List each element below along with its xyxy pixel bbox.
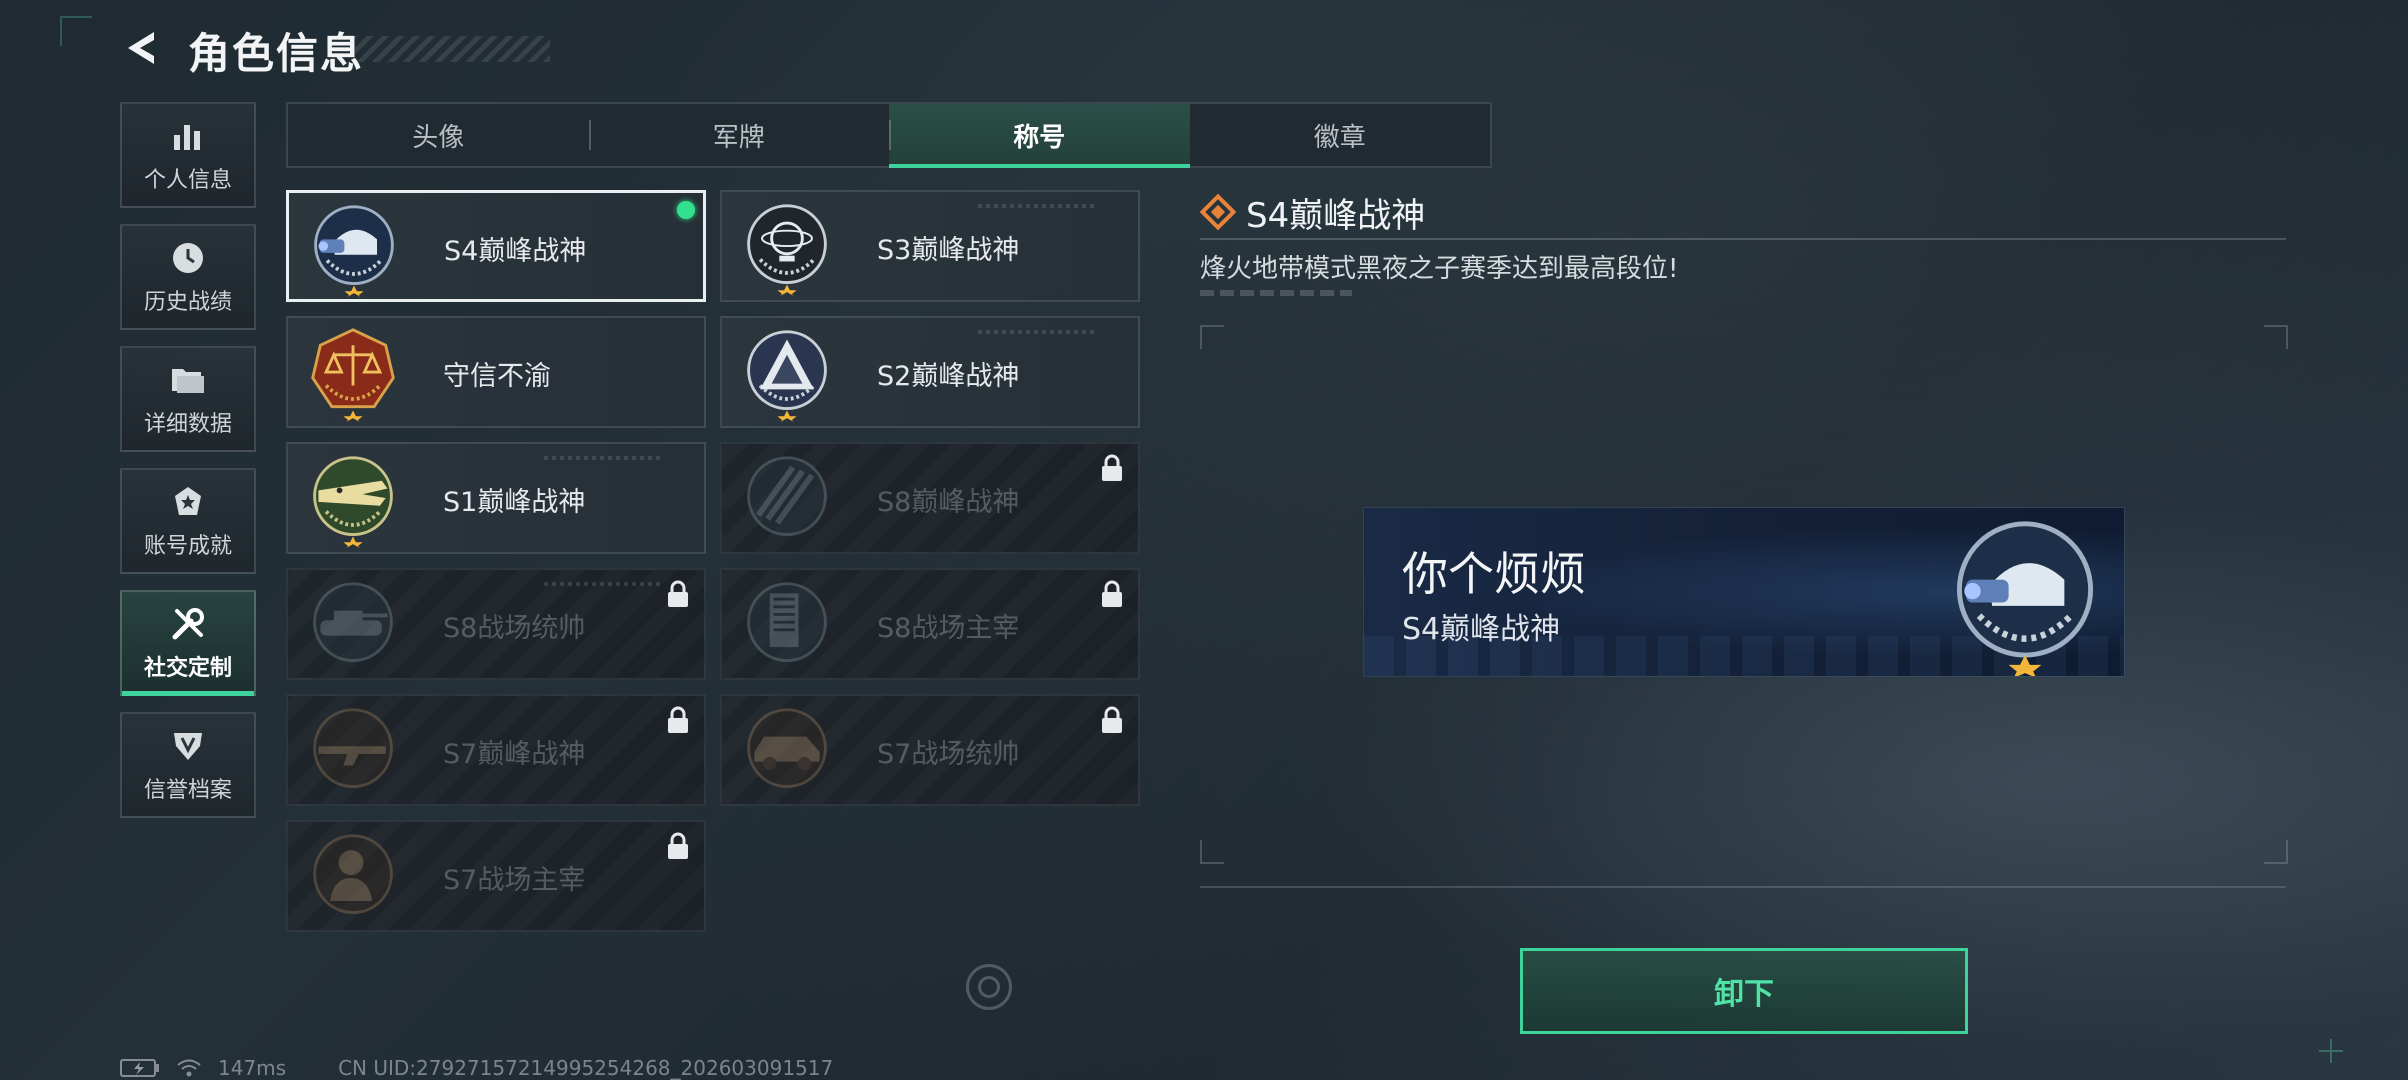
tools-icon xyxy=(168,604,208,644)
globe-emblem-icon xyxy=(747,204,827,296)
sidebar-item-social-custom[interactable]: 社交定制 xyxy=(120,590,256,696)
title-card-s8-peak-god[interactable]: S8巅峰战神 xyxy=(720,442,1140,554)
title-card-s2-peak-god[interactable]: S2巅峰战神 xyxy=(720,316,1140,428)
title-card-s7-battlefield-marshal[interactable]: S7战场统帅 xyxy=(720,694,1140,806)
preview-player-name: 你个烦烦 xyxy=(1402,547,1586,601)
tank-emblem-icon xyxy=(313,582,393,662)
tab-title[interactable]: 称号 xyxy=(889,104,1190,168)
title-name: S8战场统帅 xyxy=(443,613,586,644)
sidebar-item-label: 账号成就 xyxy=(143,534,232,559)
sidebar-item-label: 详细数据 xyxy=(143,412,232,437)
sidebar-item-label: 历史战绩 xyxy=(143,290,232,315)
scales-emblem-icon xyxy=(311,328,395,422)
lock-icon xyxy=(1102,580,1122,607)
title-name: S1巅峰战神 xyxy=(443,487,586,518)
tab-badge[interactable]: 徽章 xyxy=(1190,104,1491,166)
detail-title: S4巅峰战神 xyxy=(1246,196,1426,236)
sidebar-item-achievements[interactable]: 账号成就 xyxy=(120,468,256,574)
category-tabs: 头像 军牌 称号 徽章 xyxy=(286,102,1492,168)
detail-description: 烽火地带模式黑夜之子赛季达到最高段位! xyxy=(1200,254,1679,284)
uid-text: CN UID:279271572149952542​68_20260309151… xyxy=(338,1056,834,1080)
sidebar-item-personal-info[interactable]: 个人信息 xyxy=(120,102,256,208)
page-title: 角色信息 xyxy=(188,29,365,78)
card-decoration xyxy=(978,330,1098,334)
frame-corner xyxy=(2264,840,2288,864)
status-bar: 147ms CN UID:279271572149952542​68_20260… xyxy=(120,1056,833,1080)
diamond-title-icon xyxy=(1200,194,1236,230)
title-name: S4巅峰战神 xyxy=(444,236,587,267)
title-name: S3巅峰战神 xyxy=(877,235,1020,266)
folder-icon xyxy=(168,360,208,400)
title-name: S7战场统帅 xyxy=(877,739,1020,770)
tab-dog-tag[interactable]: 军牌 xyxy=(588,104,890,166)
center-ring-icon xyxy=(966,964,1012,1010)
credit-shield-icon xyxy=(168,726,208,766)
frame-corner xyxy=(2264,325,2288,349)
lock-icon xyxy=(668,832,688,859)
title-name: S7战场主宰 xyxy=(443,865,586,896)
title-card-s1-peak-god[interactable]: S1巅峰战神 xyxy=(286,442,706,554)
title-name: S8战场主宰 xyxy=(877,613,1020,644)
soldier-emblem-icon xyxy=(313,834,393,914)
title-name: S7巅峰战神 xyxy=(443,739,586,770)
tab-avatar[interactable]: 头像 xyxy=(288,104,589,166)
lock-icon xyxy=(1102,454,1122,481)
card-decoration xyxy=(978,204,1098,208)
title-card-s8-battlefield-ruler[interactable]: S8战场主宰 xyxy=(720,568,1140,680)
back-button[interactable] xyxy=(118,24,166,72)
title-card-keep-faith[interactable]: 守信不渝 xyxy=(286,316,706,428)
lock-icon xyxy=(1102,706,1122,733)
detail-decoration xyxy=(1200,290,1352,296)
title-preview-banner: 你个烦烦 S4巅峰战神 xyxy=(1364,508,2124,676)
crocodile-emblem-icon xyxy=(313,456,393,548)
helmet-emblem-icon xyxy=(314,205,394,297)
title-name: S8巅峰战神 xyxy=(877,487,1020,518)
plus-corner-icon xyxy=(2319,1039,2343,1063)
corner-decoration xyxy=(60,16,92,46)
card-decoration xyxy=(544,456,664,460)
vehicle-emblem-icon xyxy=(747,708,827,788)
card-decoration xyxy=(544,582,664,586)
frame-corner xyxy=(1200,840,1224,864)
title-name: 守信不渝 xyxy=(443,361,551,392)
preview-title: S4巅峰战神 xyxy=(1402,612,1561,647)
frame-corner xyxy=(1200,325,1224,349)
ping-value: 147ms xyxy=(218,1056,287,1080)
equipped-indicator xyxy=(677,201,695,219)
clock-icon xyxy=(168,238,208,278)
bar-chart-icon xyxy=(168,116,208,156)
lock-icon xyxy=(668,580,688,607)
title-card-s7-battlefield-ruler[interactable]: S7战场主宰 xyxy=(286,820,706,932)
unequip-button[interactable]: 卸下 xyxy=(1520,948,1968,1034)
back-arrow-icon xyxy=(128,32,154,64)
lock-icon xyxy=(668,706,688,733)
title-card-s8-battlefield-marshal[interactable]: S8战场统帅 xyxy=(286,568,706,680)
pyramid-emblem-icon xyxy=(747,330,827,422)
divider xyxy=(1200,238,2286,240)
sidebar-item-label: 社交定制 xyxy=(143,656,232,681)
rifle-emblem-icon xyxy=(313,708,393,788)
title-name: S2巅峰战神 xyxy=(877,361,1020,392)
title-card-s7-peak-god[interactable]: S7巅峰战神 xyxy=(286,694,706,806)
stripes-emblem-icon xyxy=(747,456,827,536)
title-card-s4-peak-god[interactable]: S4巅峰战神 xyxy=(286,190,706,302)
sidebar-item-label: 个人信息 xyxy=(143,168,232,193)
building-emblem-icon xyxy=(747,582,827,662)
battery-icon xyxy=(120,1059,159,1077)
sidebar-item-detailed-data[interactable]: 详细数据 xyxy=(120,346,256,452)
title-card-s3-peak-god[interactable]: S3巅峰战神 xyxy=(720,190,1140,302)
sidebar-item-label: 信誉档案 xyxy=(143,778,232,803)
title-decoration xyxy=(355,36,550,62)
sidebar-item-credit-profile[interactable]: 信誉档案 xyxy=(120,712,256,818)
sidebar-item-history[interactable]: 历史战绩 xyxy=(120,224,256,330)
helmet-emblem-icon xyxy=(1956,521,2094,676)
achievement-icon xyxy=(168,482,208,522)
wifi-icon xyxy=(177,1059,201,1077)
divider xyxy=(1200,886,2286,888)
